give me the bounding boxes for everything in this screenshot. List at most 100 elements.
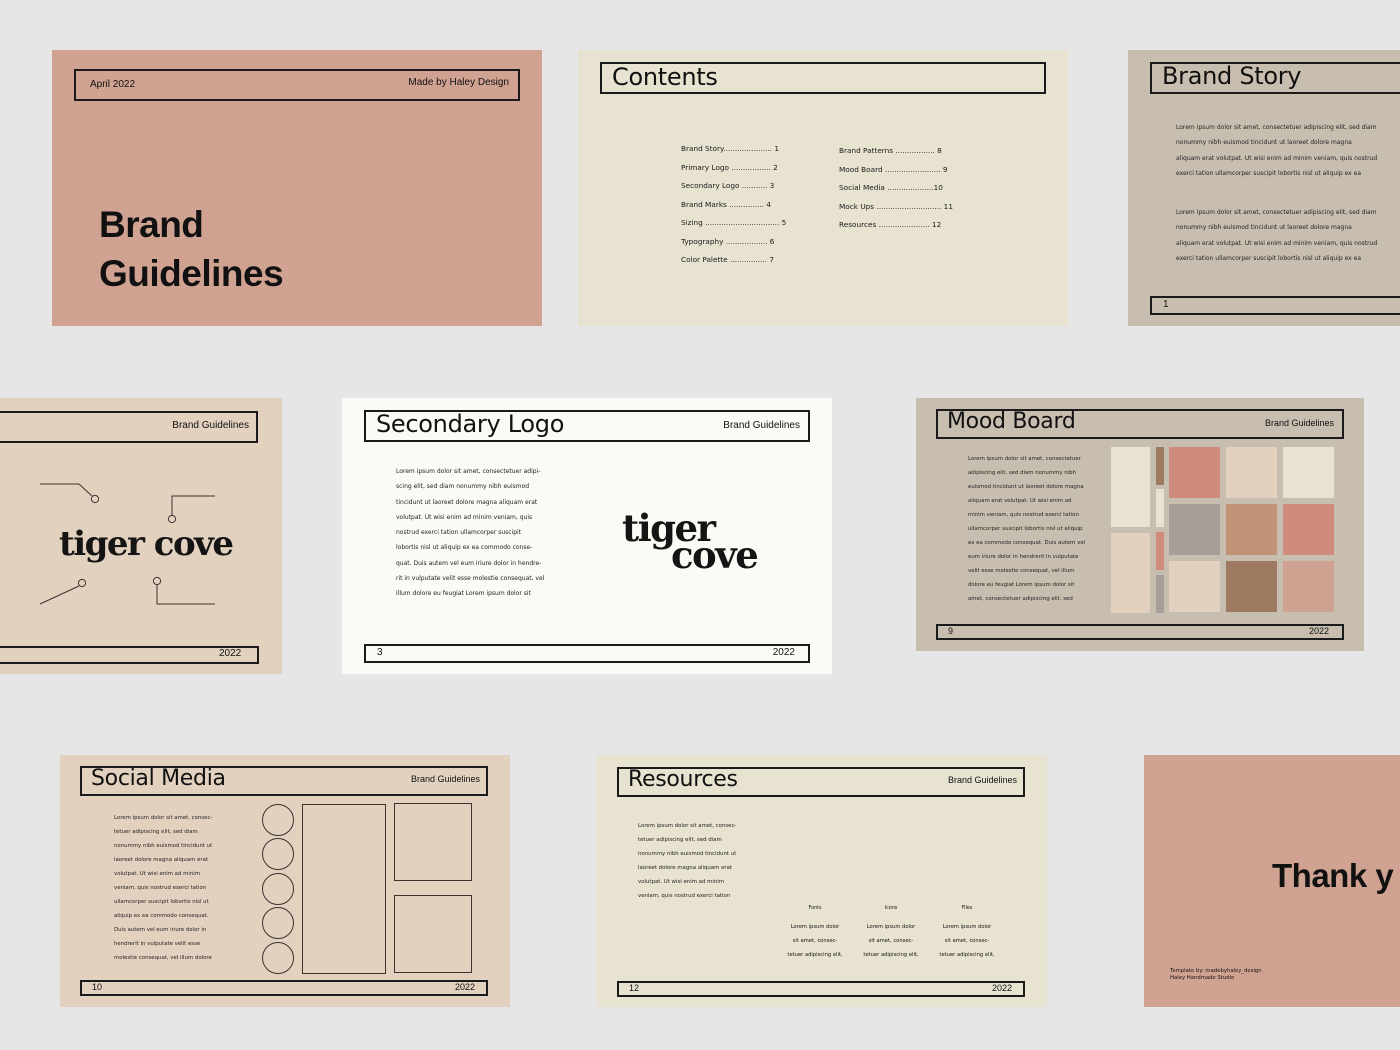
- primary-logo-wordmark: tiger cove: [59, 524, 234, 564]
- text-line: Lorem ipsum dolor sit amet, consectetuer: [968, 456, 1081, 462]
- contents-entry[interactable]: Primary Logo ................. 2: [681, 163, 786, 182]
- contents-entry[interactable]: Resources ...................... 12: [839, 220, 953, 239]
- cover-title-line1: Brand: [99, 204, 204, 245]
- resources-title: Resources: [628, 767, 738, 792]
- slide-social-media[interactable]: Social Media Brand Guidelines Lorem ipsu…: [60, 755, 510, 1007]
- contents-entry[interactable]: Typography .................. 6: [681, 237, 786, 256]
- resource-column-text: Lorem ipsum dolor: [866, 924, 916, 930]
- mood-board-year: 2022: [1308, 626, 1329, 636]
- text-line: Duis autem vel eum iriure dolor in: [114, 927, 207, 933]
- contents-title: Contents: [612, 63, 718, 91]
- circuit-line-top-right: [171, 495, 215, 515]
- slide-resources[interactable]: Resources Brand Guidelines Lorem ipsum d…: [597, 755, 1047, 1007]
- secondary-logo-year: 2022: [772, 647, 795, 658]
- text-line: aliquam erat volutpat. Ut wisi enim ad: [968, 498, 1072, 504]
- color-swatch: [1283, 561, 1334, 612]
- social-media-page-number: 10: [92, 982, 103, 992]
- resource-column-text: tetuer adipiscing elit,: [787, 952, 843, 958]
- resource-column-text: sit amet, consec-: [868, 938, 914, 944]
- post-square-placeholder: [394, 803, 472, 881]
- color-swatch: [1226, 561, 1277, 612]
- credit-line-2: Haley Handmade Studio: [1170, 975, 1235, 981]
- slide-cover[interactable]: April 2022 Made by Haley Design Brand Gu…: [52, 50, 542, 326]
- slide-brand-story[interactable]: Brand Story Lorem ipsum dolor sit amet, …: [1128, 50, 1400, 326]
- slide-primary-logo[interactable]: Brand Guidelines tiger cove 2022: [0, 398, 282, 674]
- text-line: lobortis nisl ut aliquip ex ea commodo c…: [396, 544, 533, 552]
- contents-entry[interactable]: Social Media ....................10: [839, 183, 953, 202]
- text-line: Lorem ipsum dolor sit amet, consec-: [114, 815, 213, 821]
- resource-column-label: Icons: [884, 906, 898, 911]
- contents-entry[interactable]: Mood Board ........................ 9: [839, 165, 953, 184]
- text-line: tetuer adipiscing elit, sed diam: [114, 829, 198, 835]
- color-swatch: [1226, 447, 1277, 498]
- swatch-tall-top: [1111, 447, 1150, 527]
- resource-column-text: tetuer adipiscing elit,: [939, 952, 995, 958]
- resources-page-number: 12: [629, 983, 640, 993]
- contents-entry[interactable]: Sizing ................................ …: [681, 218, 786, 237]
- swatch-tall-bottom: [1111, 533, 1150, 613]
- color-swatch: [1169, 447, 1220, 498]
- text-line: quat. Duis autem vel eum iriure dolor in…: [396, 559, 542, 567]
- thank-you-credits: Template by: madebyhaley_design Haley Ha…: [1170, 968, 1262, 982]
- secondary-logo-footer-frame: [364, 644, 810, 663]
- text-line: nonummy nibh euismod tincidunt ut laoree…: [1176, 224, 1352, 232]
- mood-board-title: Mood Board: [947, 409, 1076, 434]
- text-line: nonummy nibh euismod tincidunt ut: [638, 851, 737, 857]
- social-media-header-label: Brand Guidelines: [410, 774, 480, 784]
- text-line: aliquip ex ea commodo consequat.: [114, 913, 209, 919]
- text-line: aliquam erat volutpat. Ut wisi enim ad m…: [1176, 154, 1378, 162]
- swatch-strip-2: [1156, 489, 1164, 527]
- profile-circle-placeholder: [262, 907, 294, 939]
- contents-entry[interactable]: Mock Ups ............................ 11: [839, 202, 953, 221]
- slide-thank-you[interactable]: Thank y Template by: madebyhaley_design …: [1144, 755, 1400, 1007]
- brand-story-paragraph-1: Lorem ipsum dolor sit amet, consectetuer…: [1176, 120, 1377, 181]
- text-line: volutpat. Ut wisi enim ad minim: [114, 871, 201, 877]
- circuit-line-bottom-right: [156, 585, 215, 605]
- secondary-logo-title: Secondary Logo: [376, 410, 565, 438]
- cover-made-by: Made by Haley Design: [408, 77, 509, 88]
- social-media-year: 2022: [454, 982, 475, 992]
- text-line: ullamcorper suscipit lobortis nisl ut: [114, 899, 209, 905]
- resource-column-text: Lorem ipsum dolor: [790, 924, 840, 930]
- resources-body: Lorem ipsum dolor sit amet, consec-tetue…: [638, 819, 736, 903]
- slide-contents[interactable]: Contents Brand Story....................…: [578, 50, 1068, 326]
- brand-story-footer-frame: [1150, 296, 1400, 315]
- resource-column-text: sit amet, consec-: [944, 938, 990, 944]
- cover-date: April 2022: [90, 79, 136, 90]
- color-swatch: [1169, 561, 1220, 612]
- text-line: exerci tation ullamcorper suscipit lobor…: [1176, 254, 1361, 262]
- contents-entry[interactable]: Color Palette ................ 7: [681, 255, 786, 274]
- credit-line-1: Template by: madebyhaley_design: [1170, 968, 1262, 974]
- text-line: volutpat. Ut wisi enim ad minim veniam, …: [396, 513, 533, 521]
- text-line: veniam, quis nostrud exerci tation: [638, 893, 731, 899]
- secondary-logo-body: Lorem ipsum dolor sit amet, consectetuer…: [396, 464, 544, 602]
- post-tall-placeholder: [302, 804, 386, 974]
- contents-entry[interactable]: Secondary Logo ........... 3: [681, 181, 786, 200]
- swatch-strip-4: [1156, 575, 1164, 613]
- mood-board-header-label: Brand Guidelines: [1264, 418, 1334, 428]
- cover-title-line2: Guidelines: [99, 253, 284, 294]
- slide-mood-board[interactable]: Mood Board Brand Guidelines Lorem ipsum …: [916, 398, 1364, 651]
- text-line: Lorem ipsum dolor sit amet, consec-: [638, 823, 737, 829]
- mood-board-body: Lorem ipsum dolor sit amet, consectetuer…: [968, 452, 1085, 606]
- secondary-logo-header-label: Brand Guidelines: [723, 420, 800, 431]
- text-line: Lorem ipsum dolor sit amet, consectetuer…: [1176, 124, 1377, 131]
- mood-board-page-number: 9: [948, 626, 954, 636]
- social-media-title: Social Media: [91, 766, 226, 791]
- thank-you-title: Thank y: [1272, 857, 1394, 894]
- secondary-logo-line2: cove: [671, 533, 759, 577]
- text-line: tetuer adipiscing elit, sed diam: [638, 837, 722, 843]
- text-line: rit in vulputate velit esse molestie con…: [396, 575, 545, 583]
- slide-secondary-logo[interactable]: Secondary Logo Brand Guidelines Lorem ip…: [342, 398, 832, 674]
- contents-entry[interactable]: Brand Marks ............... 4: [681, 200, 786, 219]
- contents-entry[interactable]: Brand Patterns ................. 8: [839, 146, 953, 165]
- resources-footer-frame: [617, 981, 1025, 997]
- profile-circle-placeholder: [262, 804, 294, 836]
- secondary-logo-page-number: 3: [377, 647, 383, 658]
- contents-entry[interactable]: Brand Story..................... 1: [681, 144, 786, 163]
- circuit-line-top-left: [40, 483, 93, 497]
- text-line: velit esse molestie consequat, vel illum: [968, 568, 1075, 574]
- text-line: laoreet dolore magna aliquam erat: [114, 857, 209, 863]
- text-line: nostrud exerci tation ullamcorper suscip…: [396, 529, 522, 537]
- profile-circle-placeholder: [262, 838, 294, 870]
